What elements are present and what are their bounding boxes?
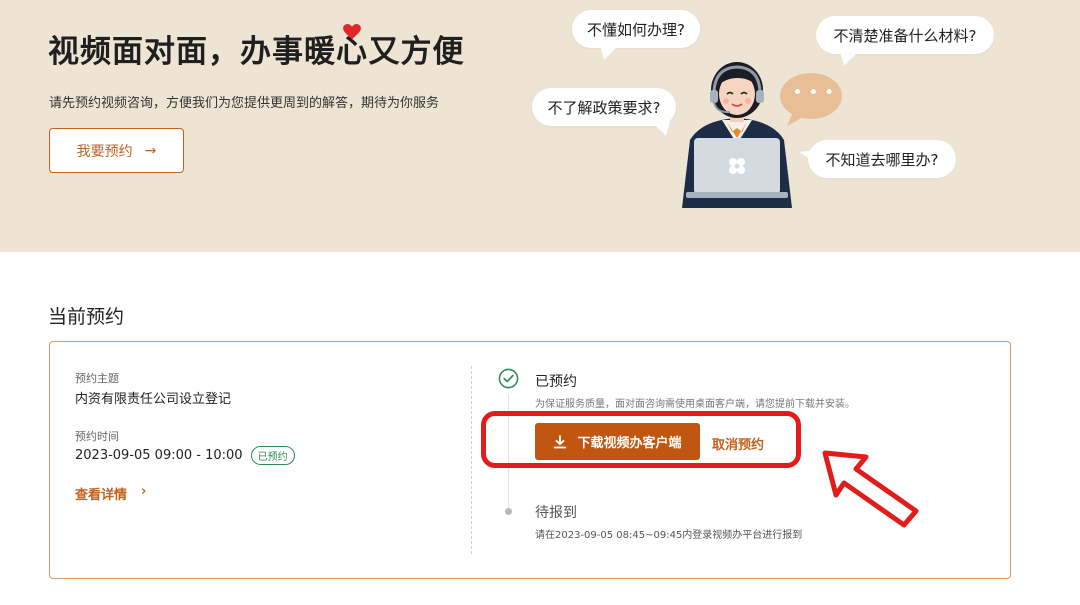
view-details-link[interactable]: 查看详情 › (75, 484, 146, 503)
reserve-button-label: 我要预约 (76, 143, 133, 160)
step-checkin-title: 待报到 (535, 505, 577, 521)
hero-title-part: 又方便 (368, 34, 465, 70)
view-details-label: 查看详情 (75, 488, 128, 503)
topic-label: 预约主题 (75, 372, 119, 385)
hero-subtitle: 请先预约视频咨询，方便我们为您提供更周到的解答，期待为你服务 (49, 96, 440, 111)
card-divider (471, 366, 472, 554)
heart-icon (342, 23, 361, 39)
bubble-tail-icon (840, 52, 858, 66)
annotation-highlight-box (481, 411, 801, 468)
heart-char-wrap: 心 (336, 23, 369, 71)
bubble-text: 不了解政策要求? (547, 98, 661, 117)
pending-step-dot (505, 508, 512, 515)
annotation-arrow-icon (822, 450, 919, 528)
topic-value: 内资有限责任公司设立登记 (75, 392, 232, 407)
bubble-text: 不清楚准备什么材料? (833, 26, 977, 45)
question-bubble-where: 不知道去哪里办? (808, 140, 956, 178)
question-bubble-how: 不懂如何办理? (572, 10, 700, 48)
reserve-button[interactable]: 我要预约 → (49, 128, 184, 173)
customer-service-agent-illustration (682, 62, 792, 208)
bubble-tail-icon (800, 150, 816, 164)
question-bubble-policy: 不了解政策要求? (532, 88, 676, 126)
step-reserved-desc: 为保证服务质量，面对面咨询需使用桌面客户端，请您提前下载并安装。 (535, 399, 855, 410)
chevron-right-icon: › (141, 484, 147, 499)
bubble-tail-icon (600, 46, 618, 60)
step-reserved-title: 已预约 (535, 374, 577, 390)
current-appointment-title: 当前预约 (48, 306, 125, 328)
hero-title-part: 视频面对面，办事暖 (48, 34, 336, 70)
arrow-right-icon: → (144, 142, 157, 159)
bubble-tail-icon (652, 122, 670, 136)
step-checkin-desc: 请在2023-09-05 08:45~09:45内登录视频办平台进行报到 (535, 530, 803, 541)
hero-banner: 视频面对面，办事暖心 又方便 请先预约视频咨询，方便我们为您提供更周到的解答，期待… (0, 0, 1080, 252)
question-bubble-materials: 不清楚准备什么材料? (816, 16, 994, 54)
status-badge: 已预约 (250, 446, 295, 465)
time-value: 2023-09-05 09:00 - 10:00 (75, 448, 243, 463)
check-circle-icon (498, 368, 519, 389)
bubble-text: 不知道去哪里办? (825, 150, 939, 169)
time-value-row: 2023-09-05 09:00 - 10:00 已预约 (75, 446, 295, 465)
hero-title: 视频面对面，办事暖心 又方便 (48, 23, 465, 71)
time-label: 预约时间 (75, 430, 119, 443)
bubble-text: 不懂如何办理? (587, 20, 685, 39)
